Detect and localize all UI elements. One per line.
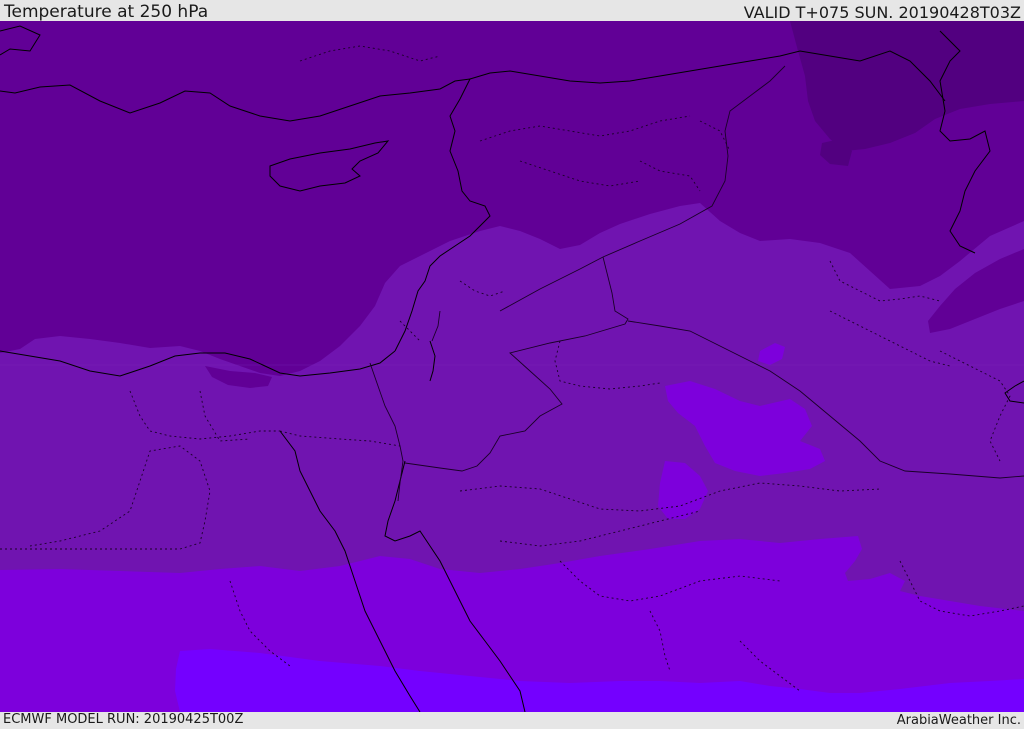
map-canvas (0, 21, 1024, 712)
temperature-map-svg (0, 21, 1024, 712)
header-bar: Temperature at 250 hPa VALID T+075 SUN. … (0, 0, 1024, 22)
footer-bar: ECMWF MODEL RUN: 20190425T00Z ArabiaWeat… (0, 712, 1024, 729)
model-run-label: ECMWF MODEL RUN: 20190425T00Z (3, 712, 244, 727)
map-frame: Temperature at 250 hPa VALID T+075 SUN. … (0, 0, 1024, 729)
map-title: Temperature at 250 hPa (4, 2, 209, 22)
valid-time: VALID T+075 SUN. 20190428T03Z (743, 3, 1021, 22)
credit-label: ArabiaWeather Inc. (896, 713, 1021, 728)
